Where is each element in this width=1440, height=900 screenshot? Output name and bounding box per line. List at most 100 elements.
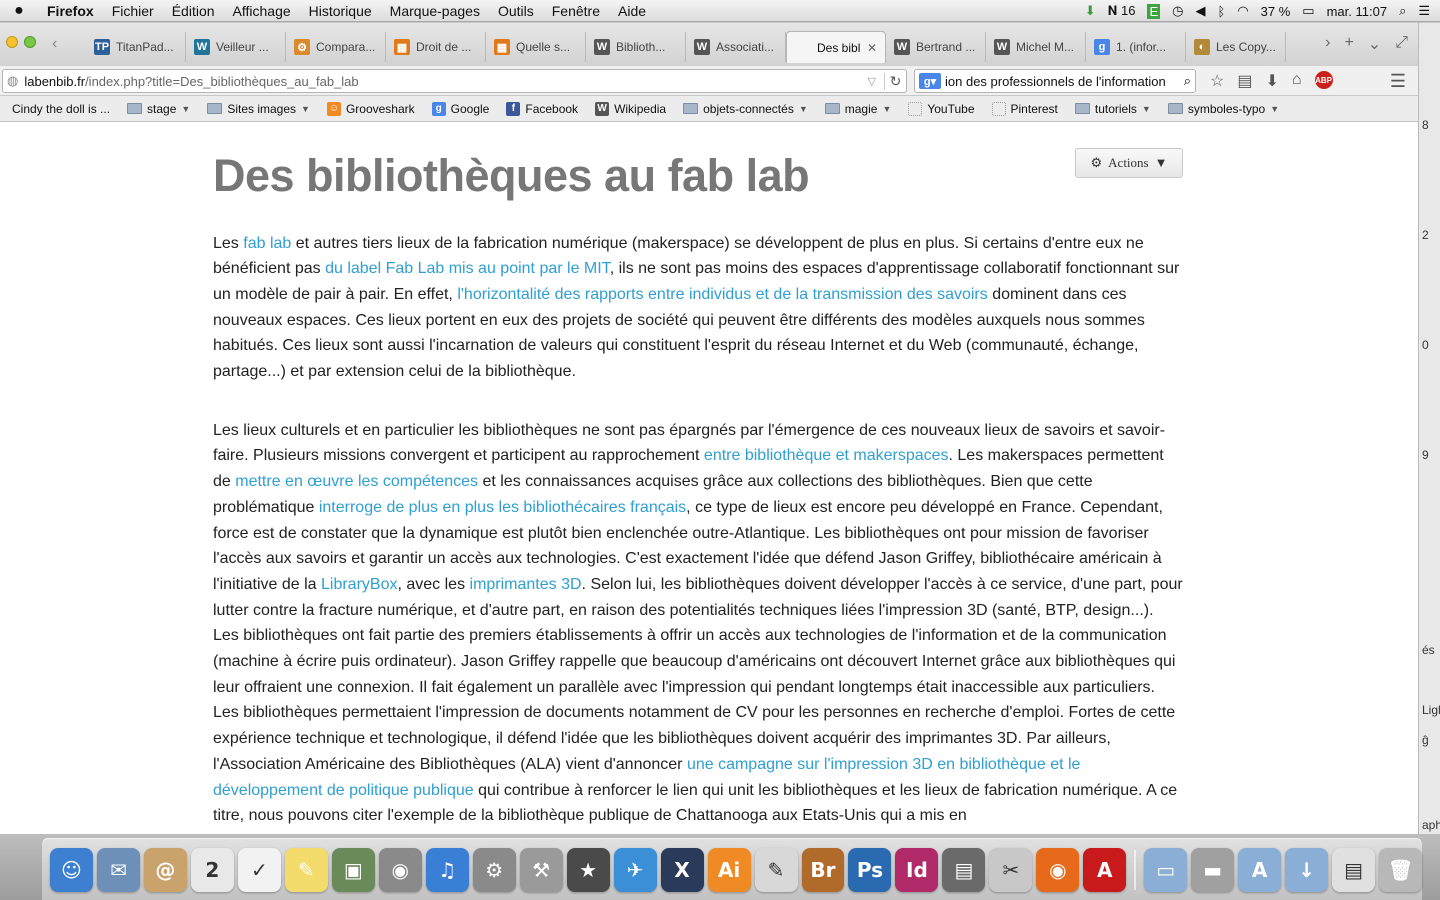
battery-percent[interactable]: 37 %	[1261, 4, 1291, 19]
dock-textedit-icon[interactable]: ✎	[754, 847, 798, 892]
tab[interactable]: g 1. (infor...	[1086, 32, 1186, 62]
tab[interactable]: W Veilleur ...	[186, 32, 286, 62]
search-magnifier-icon[interactable]: ⌕	[1184, 73, 1191, 89]
new-tab-icon[interactable]: +	[1344, 34, 1353, 54]
bookmark-folder[interactable]: tutoriels ▼	[1074, 102, 1151, 116]
article-link[interactable]: imprimantes 3D	[470, 576, 582, 593]
tab[interactable]: ◐ Les Copy...	[1186, 32, 1286, 62]
menu-fichier[interactable]: Fichier	[103, 3, 163, 19]
search-engine-google-icon[interactable]: g▾	[919, 73, 941, 89]
apple-menu-icon[interactable]: ●	[0, 2, 38, 20]
notification-center-icon[interactable]: ☰	[1418, 3, 1430, 19]
dock-disk-icon[interactable]: ▬	[1191, 847, 1235, 892]
tab[interactable]: ⚙ Compara...	[286, 32, 386, 62]
bookmark-folder[interactable]: magie ▼	[824, 102, 891, 116]
article-link[interactable]: fab lab	[243, 235, 291, 252]
tab[interactable]: ▦ Droit de ...	[386, 32, 486, 62]
dock-notes-icon[interactable]: ✎	[284, 847, 328, 892]
bookmark-folder[interactable]: Sites images ▼	[207, 102, 310, 116]
search-bar[interactable]: g▾ ion des professionnels de l'informati…	[914, 69, 1196, 93]
download-status-icon[interactable]: ⬇	[1085, 3, 1096, 19]
tab-scroll-right-icon[interactable]: ›	[1325, 34, 1330, 54]
bookmark-item[interactable]: ☺ Grooveshark	[326, 101, 415, 116]
menu-historique[interactable]: Historique	[300, 3, 381, 19]
bookmark-folder[interactable]: symboles-typo ▼	[1167, 102, 1279, 116]
tab-scroll-left-icon[interactable]: ‹	[52, 35, 57, 53]
tab[interactable]: ▦ Quelle s...	[486, 32, 586, 62]
bookmark-folder[interactable]: objets-connectés ▼	[683, 102, 808, 116]
dock-system-prefs-icon[interactable]: ⚙	[472, 847, 516, 892]
evernote-icon[interactable]: E	[1147, 3, 1161, 19]
network-monitor-badge[interactable]: 𝐍 16	[1108, 3, 1136, 19]
dock-iphoto-icon[interactable]: ▣	[331, 847, 375, 892]
app-menu-firefox[interactable]: Firefox	[38, 3, 103, 19]
dock-downloads-icon[interactable]: ↓	[1285, 847, 1329, 892]
menu-edition[interactable]: Édition	[163, 3, 224, 19]
dock-firefox-icon[interactable]: ◉	[1036, 847, 1080, 892]
tab-close-icon[interactable]: ✕	[867, 41, 877, 55]
dock-trash-icon[interactable]: 🗑	[1379, 847, 1423, 892]
zoom-button[interactable]	[24, 36, 36, 48]
article-link[interactable]: LibraryBox	[321, 576, 397, 593]
article-link[interactable]: interroge de plus en plus les bibliothéc…	[319, 499, 686, 516]
article-link[interactable]: mettre en œuvre les compétences	[235, 473, 478, 490]
url-bar[interactable]: ◍ labenbib.fr/index.php?title=Des_biblio…	[2, 69, 907, 93]
minimize-button[interactable]	[6, 36, 18, 48]
url-text[interactable]: labenbib.fr/index.php?title=Des_biblioth…	[24, 74, 867, 89]
dock-x11-icon[interactable]: X	[660, 847, 704, 892]
dock-scissors-icon[interactable]: ✂	[989, 847, 1033, 892]
dock-automator-icon[interactable]: ⚒	[519, 847, 563, 892]
reload-icon[interactable]: ↻	[884, 72, 906, 90]
bluetooth-icon[interactable]: ᛒ	[1218, 4, 1226, 19]
tab[interactable]: W Associati...	[686, 32, 786, 62]
dock-illustrator-icon[interactable]: Ai	[707, 847, 751, 892]
clock[interactable]: mar. 11:07	[1327, 4, 1387, 19]
menu-marque-pages[interactable]: Marque-pages	[381, 3, 489, 19]
dock-applications-icon[interactable]: A	[1238, 847, 1282, 892]
adblock-plus-icon[interactable]: ABP	[1314, 71, 1333, 89]
bookmark-item[interactable]: g Google	[431, 101, 489, 116]
tab-active[interactable]: Des bibli... ✕	[786, 31, 886, 63]
dock-acrobat-icon[interactable]: A	[1083, 847, 1127, 892]
tab[interactable]: TP TitanPad...	[86, 32, 186, 62]
list-all-tabs-icon[interactable]: ⌄	[1368, 34, 1381, 54]
fullscreen-icon[interactable]: ⤢	[1395, 34, 1408, 54]
bookmark-star-icon[interactable]: ☆	[1210, 71, 1224, 91]
menu-affichage[interactable]: Affichage	[224, 3, 300, 19]
dock-calendar-icon[interactable]: 2	[190, 847, 234, 892]
bookmark-folder[interactable]: stage ▼	[127, 102, 190, 116]
bookmark-item[interactable]: W Wikipedia	[595, 101, 666, 116]
tab[interactable]: W Bertrand ...	[886, 32, 986, 62]
dock-preview-icon[interactable]: ▤	[942, 847, 986, 892]
downloads-icon[interactable]: ⬇	[1265, 71, 1278, 91]
menu-outils[interactable]: Outils	[489, 3, 543, 19]
dock-imovie-icon[interactable]: ★	[566, 847, 610, 892]
search-input[interactable]: ion des professionnels de l'information	[945, 74, 1184, 89]
reading-list-icon[interactable]: ▤	[1237, 71, 1252, 91]
dock-indesign-icon[interactable]: Id	[895, 847, 939, 892]
site-identity-globe-icon[interactable]: ◍	[7, 73, 18, 89]
bookmark-item[interactable]: f Facebook	[506, 101, 578, 116]
bookmark-item[interactable]: YouTube	[908, 101, 975, 116]
menu-hamburger-icon[interactable]: ☰	[1390, 71, 1406, 92]
article-link[interactable]: du label Fab Lab mis au point par le MIT	[325, 260, 610, 277]
article-link[interactable]: entre bibliothèque et makerspaces	[704, 447, 949, 464]
dock-contacts-icon[interactable]: @	[143, 847, 187, 892]
dock-mail-icon[interactable]: ✉	[96, 847, 140, 892]
dock-reminders-icon[interactable]: ✓	[237, 847, 281, 892]
dock-documents-icon[interactable]: ▭	[1144, 847, 1188, 892]
volume-icon[interactable]: ◀	[1196, 3, 1206, 19]
dock-stack-icon[interactable]: ▤	[1332, 847, 1376, 892]
bookmark-item[interactable]: Pinterest	[991, 101, 1058, 116]
dock-finder-icon[interactable]: ☺	[50, 847, 93, 892]
dock-camera-icon[interactable]: ◉	[378, 847, 422, 892]
home-icon[interactable]: ⌂	[1292, 71, 1302, 91]
article-link[interactable]: l'horizontalité des rapports entre indiv…	[457, 286, 987, 303]
bookmark-item[interactable]: Cindy the doll is ...	[12, 102, 110, 116]
url-history-dropdown-icon[interactable]: ▽	[868, 75, 876, 88]
menu-fenetre[interactable]: Fenêtre	[543, 3, 609, 19]
wifi-icon[interactable]: ◠	[1237, 3, 1248, 19]
tab[interactable]: W Michel M...	[986, 32, 1086, 62]
time-machine-icon[interactable]: ◷	[1172, 3, 1183, 19]
spotlight-search-icon[interactable]: ⌕	[1399, 3, 1406, 19]
